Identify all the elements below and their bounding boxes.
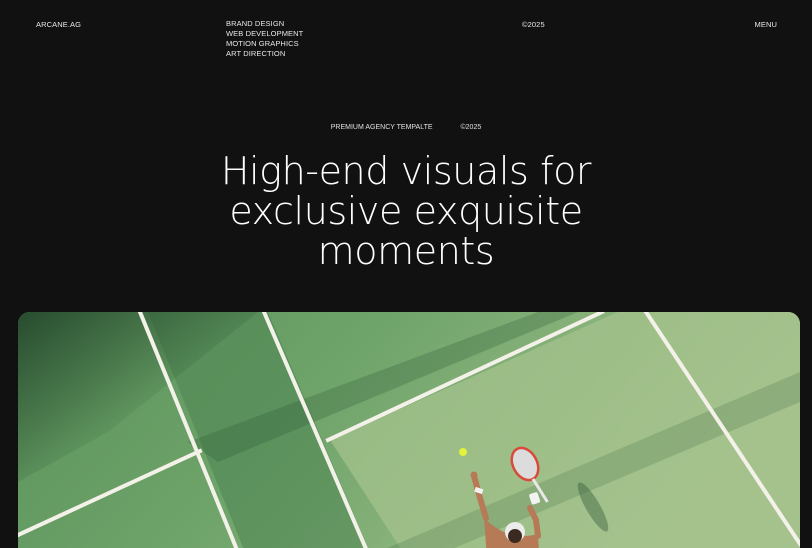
hero-image [18,312,800,548]
service-brand-design[interactable]: BRAND DESIGN [226,19,303,29]
headline-line-3: moments [317,229,495,273]
service-art-direction[interactable]: ART DIRECTION [226,49,303,59]
tennis-ball [459,448,467,456]
hero-tag: PREMIUM AGENCY TEMPALTE [330,124,433,131]
header-year: ©2025 [522,20,545,29]
hero-year: ©2025 [460,124,482,131]
page: ARCANE.AG BRAND DESIGN WEB DEVELOPMENT M… [0,0,812,548]
hero-meta: PREMIUM AGENCY TEMPALTE ©2025 [0,124,812,131]
headline-line-2: exclusive exquisite [229,189,583,233]
tennis-court-illustration [18,312,800,548]
menu-button[interactable]: MENU [755,20,777,30]
services-list: BRAND DESIGN WEB DEVELOPMENT MOTION GRAP… [226,19,303,59]
hero-headline: High-end visuals for exclusive exquisite… [0,151,812,271]
service-motion-graphics[interactable]: MOTION GRAPHICS [226,39,303,49]
headline-line-1: High-end visuals for [220,149,592,193]
service-web-development[interactable]: WEB DEVELOPMENT [226,29,303,39]
logo[interactable]: ARCANE.AG [36,20,81,30]
